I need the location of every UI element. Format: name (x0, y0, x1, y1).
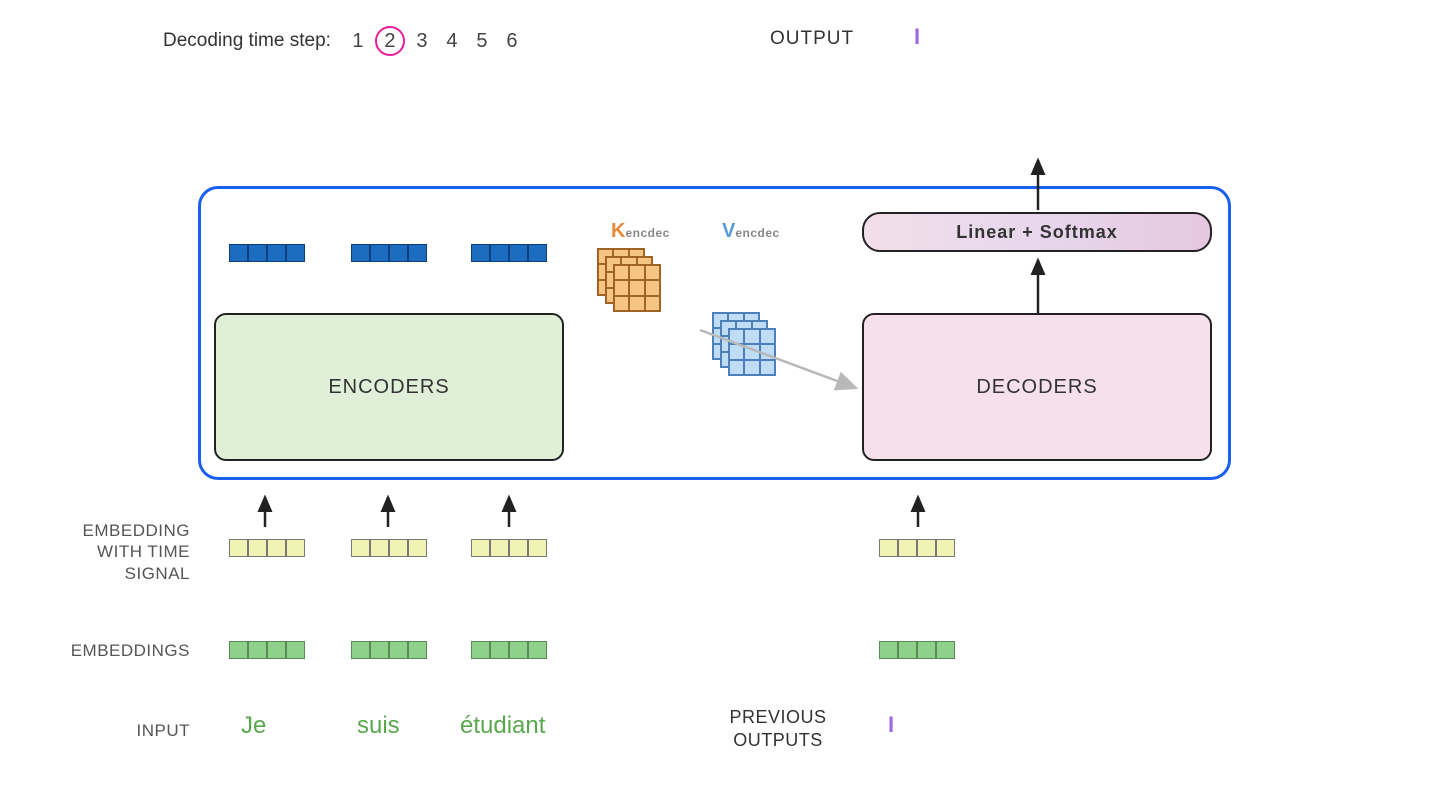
encoder-output-2 (351, 244, 427, 262)
emb-time-1 (229, 539, 305, 557)
emb-3 (471, 641, 547, 659)
output-label: OUTPUT (770, 28, 854, 50)
k-tensor-icon (597, 248, 661, 312)
embeddings-label: EMBEDDINGS (40, 640, 190, 661)
decoders-label: DECODERS (976, 376, 1097, 399)
emb-time-2 (351, 539, 427, 557)
k-sub: encdec (625, 226, 669, 240)
linear-softmax-block: Linear + Softmax (862, 212, 1212, 252)
input-label: INPUT (40, 720, 190, 741)
v-tensor-icon (712, 312, 776, 376)
input-token-1: Je (241, 712, 266, 740)
emb-time-3 (471, 539, 547, 557)
emb-1 (229, 641, 305, 659)
timestep-6: 6 (499, 30, 525, 53)
timestep-1: 1 (345, 30, 371, 53)
encoder-output-1 (229, 244, 305, 262)
emb-2 (351, 641, 427, 659)
previous-outputs-label: PREVIOUSOUTPUTS (718, 706, 838, 753)
previous-output-token: I (888, 712, 894, 738)
emb-dec (879, 641, 955, 659)
encoder-output-3 (471, 244, 547, 262)
input-token-3: étudiant (460, 712, 545, 740)
output-token: I (914, 24, 920, 50)
timestep-2-active: 2 (375, 26, 405, 56)
timestep-5: 5 (469, 30, 495, 53)
encoders-label: ENCODERS (328, 376, 449, 399)
linear-softmax-label: Linear + Softmax (956, 222, 1118, 243)
emb-time-dec (879, 539, 955, 557)
timestep-3: 3 (409, 30, 435, 53)
encoders-block: ENCODERS (214, 313, 564, 461)
embedding-time-label: EMBEDDINGWITH TIMESIGNAL (40, 520, 190, 584)
input-token-2: suis (357, 712, 400, 740)
timestep-4: 4 (439, 30, 465, 53)
v-label: V (722, 220, 735, 242)
timestep-label: Decoding time step: (163, 30, 331, 52)
decoders-block: DECODERS (862, 313, 1212, 461)
v-sub: encdec (735, 226, 779, 240)
k-label: K (611, 220, 625, 242)
